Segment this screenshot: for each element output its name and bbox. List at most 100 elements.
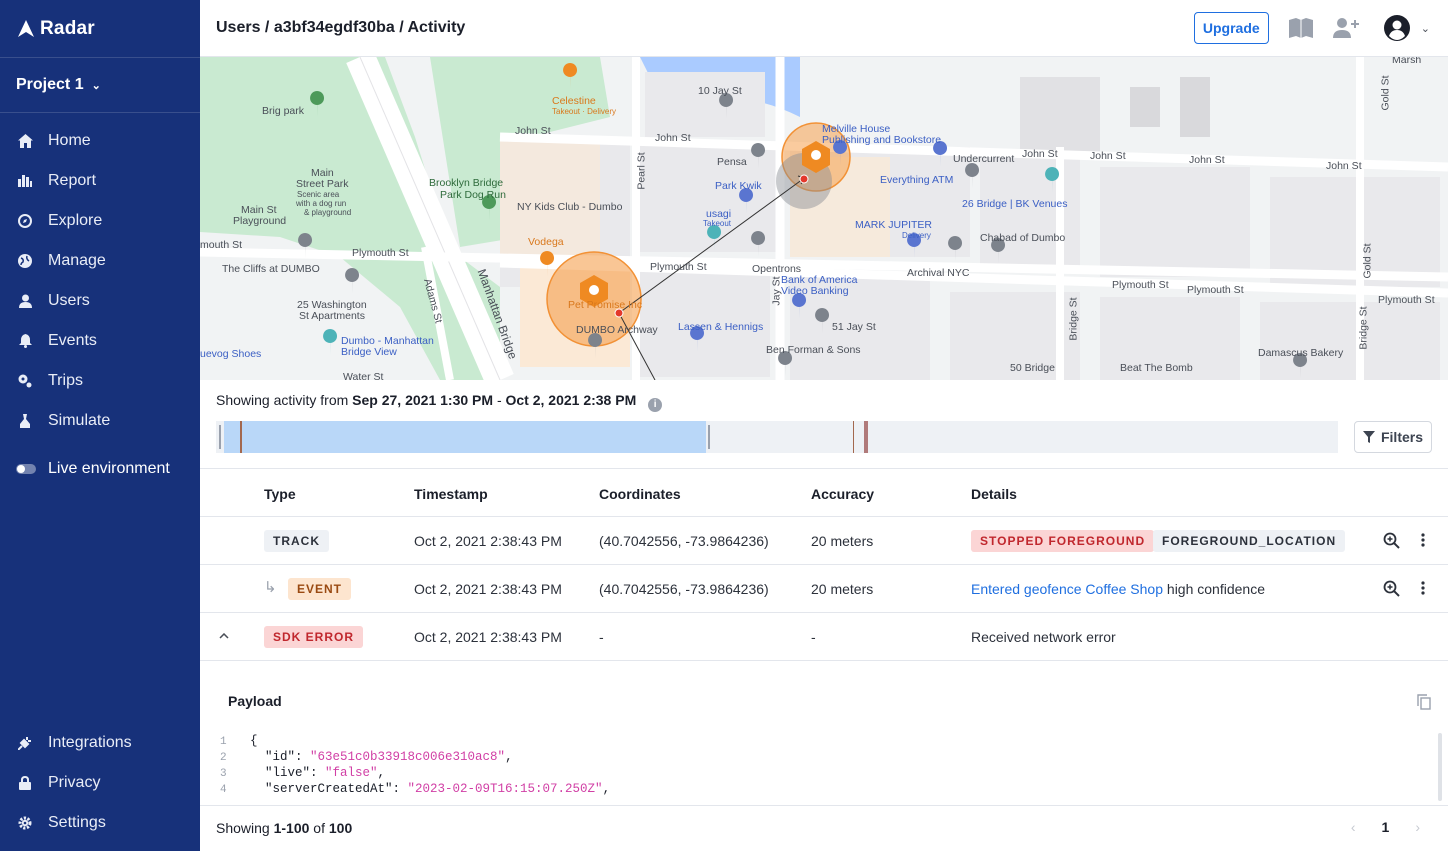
column-header-type[interactable]: Type [264,486,296,502]
map-label: Bridge View [341,346,397,358]
map-label: Bridge St [1067,297,1080,341]
timeline-end-handle[interactable] [708,425,710,449]
sidebar-item-simulate[interactable]: Simulate [0,401,200,441]
map-label: Celestine [552,95,596,107]
sidebar-item-label: Manage [48,252,106,269]
map-label: Delivery [902,231,931,240]
sidebar-item-users[interactable]: Users [0,281,200,321]
column-header-timestamp[interactable]: Timestamp [414,486,488,502]
activity-map[interactable]: Marsh 10 Jay St Celestine Takeout · Deli… [200,57,1448,380]
table-row[interactable]: ↳ EVENT Oct 2, 2021 2:38:43 PM (40.70425… [200,565,1448,613]
map-label: 10 Jay St [698,85,742,97]
timeline-start-handle[interactable] [219,425,221,449]
activity-timeline[interactable] [216,421,1338,453]
chevron-up-icon[interactable] [219,628,229,642]
info-icon[interactable]: i [648,398,663,412]
prev-page-icon[interactable]: ‹ [1351,819,1356,835]
line-number: 4 [220,784,227,796]
map-label: Everything ATM [880,174,954,186]
zoom-in-icon[interactable] [1383,532,1400,552]
sidebar-item-label: Users [48,292,90,309]
map-label: Brig park [262,105,305,117]
timeline-selection[interactable] [224,421,706,453]
top-header: Users / a3bf34egdf30ba / Activity Upgrad… [200,0,1448,57]
code-key: "serverCreatedAt": [250,782,408,796]
radar-logo-icon [18,20,34,37]
code-line: 4 "serverCreatedAt": "2023-02-09T16:15:0… [220,782,610,798]
brand-logo[interactable]: Radar [0,0,200,57]
code-line: 1{ [220,734,610,750]
map-label: Vodega [528,236,564,248]
accuracy-cell: 20 meters [811,581,874,597]
map-label: Scenic area [297,190,340,199]
docs-book-icon[interactable] [1288,18,1313,38]
map-label: John St [515,125,551,137]
coordinates-cell: (40.7042556, -73.9864236) [599,581,769,597]
bell-icon [17,333,33,349]
sidebar-item-trips[interactable]: Trips [0,361,200,401]
timeline-event-marker [240,421,242,453]
add-user-icon[interactable] [1332,18,1361,38]
activity-range-end: Oct 2, 2021 2:38 PM [505,392,637,408]
map-label: NY Kids Club - Dumbo [517,201,623,213]
sidebar-item-report[interactable]: Report [0,161,200,201]
sidebar-item-manage[interactable]: Manage [0,241,200,281]
copy-icon[interactable] [1417,694,1431,715]
column-header-details[interactable]: Details [971,486,1017,502]
geofence-link[interactable]: Entered geofence Coffee Shop [971,581,1163,597]
map-label: & playground [304,208,352,217]
map-label: Playground [233,215,287,227]
map-label: Ben Forman & Sons [766,344,861,356]
sidebar-item-events[interactable]: Events [0,321,200,361]
live-environment-toggle[interactable]: Live environment [0,449,200,489]
chevron-down-icon: ⌄ [1420,22,1430,35]
trip-icon [17,373,33,389]
page-number[interactable]: 1 [1382,819,1390,835]
code-text: { [250,734,258,748]
map-label: Takeout [703,219,732,228]
payload-scrollbar[interactable] [1438,733,1442,801]
table-row[interactable]: SDK ERROR Oct 2, 2021 2:38:43 PM - - Rec… [200,613,1448,661]
sidebar-item-settings[interactable]: Settings [0,803,200,843]
filters-button[interactable]: Filters [1354,421,1432,453]
zoom-in-icon[interactable] [1383,580,1400,600]
map-label: The Cliffs at DUMBO [222,263,320,275]
more-options-icon[interactable] [1421,581,1425,598]
map-canvas[interactable] [200,57,1448,380]
map-label: with a dog run [296,199,347,208]
sidebar-item-label: Integrations [48,734,132,751]
gear-icon [17,815,33,831]
sidebar-item-integrations[interactable]: Integrations [0,723,200,763]
type-badge-sdk-error: SDK ERROR [264,626,364,648]
timeline-event-marker [853,421,854,453]
upgrade-button[interactable]: Upgrade [1193,12,1269,44]
table-header: Type Timestamp Coordinates Accuracy Deta… [200,468,1448,517]
map-label: Plymouth St [1378,294,1435,306]
table-row[interactable]: TRACK Oct 2, 2021 2:38:43 PM (40.7042556… [200,517,1448,565]
map-label: Pensa [717,156,747,168]
account-menu[interactable]: ⌄ [1383,14,1430,42]
timeline-event-marker [864,421,868,453]
accuracy-cell: 20 meters [811,533,874,549]
pagination-mid: of [309,820,329,836]
sidebar-item-home[interactable]: Home [0,121,200,161]
header-actions: Upgrade ⌄ [1193,12,1430,44]
column-header-coordinates[interactable]: Coordinates [599,486,681,502]
next-page-icon[interactable]: › [1415,819,1420,835]
map-label: Pearl St [635,152,648,190]
timestamp-cell: Oct 2, 2021 2:38:43 PM [414,629,562,645]
sidebar-item-privacy[interactable]: Privacy [0,763,200,803]
map-label: Park Kwik [715,180,762,192]
brand-name: Radar [40,17,95,39]
toggle-switch-icon[interactable] [16,464,36,474]
project-selector[interactable]: Project 1 ⌄ [0,57,200,113]
code-key: "live": [250,766,326,780]
payload-code[interactable]: 1{ 2 "id": "63e51c0b33918c006e310ac8", 3… [220,734,610,798]
column-header-accuracy[interactable]: Accuracy [811,486,874,502]
sidebar-item-explore[interactable]: Explore [0,201,200,241]
line-number: 3 [220,768,227,780]
breadcrumb: Users / a3bf34egdf30ba / Activity [216,19,466,36]
pagination-summary: Showing 1-100 of 100 [216,820,352,836]
payload-title: Payload [228,693,282,709]
more-options-icon[interactable] [1421,533,1425,550]
